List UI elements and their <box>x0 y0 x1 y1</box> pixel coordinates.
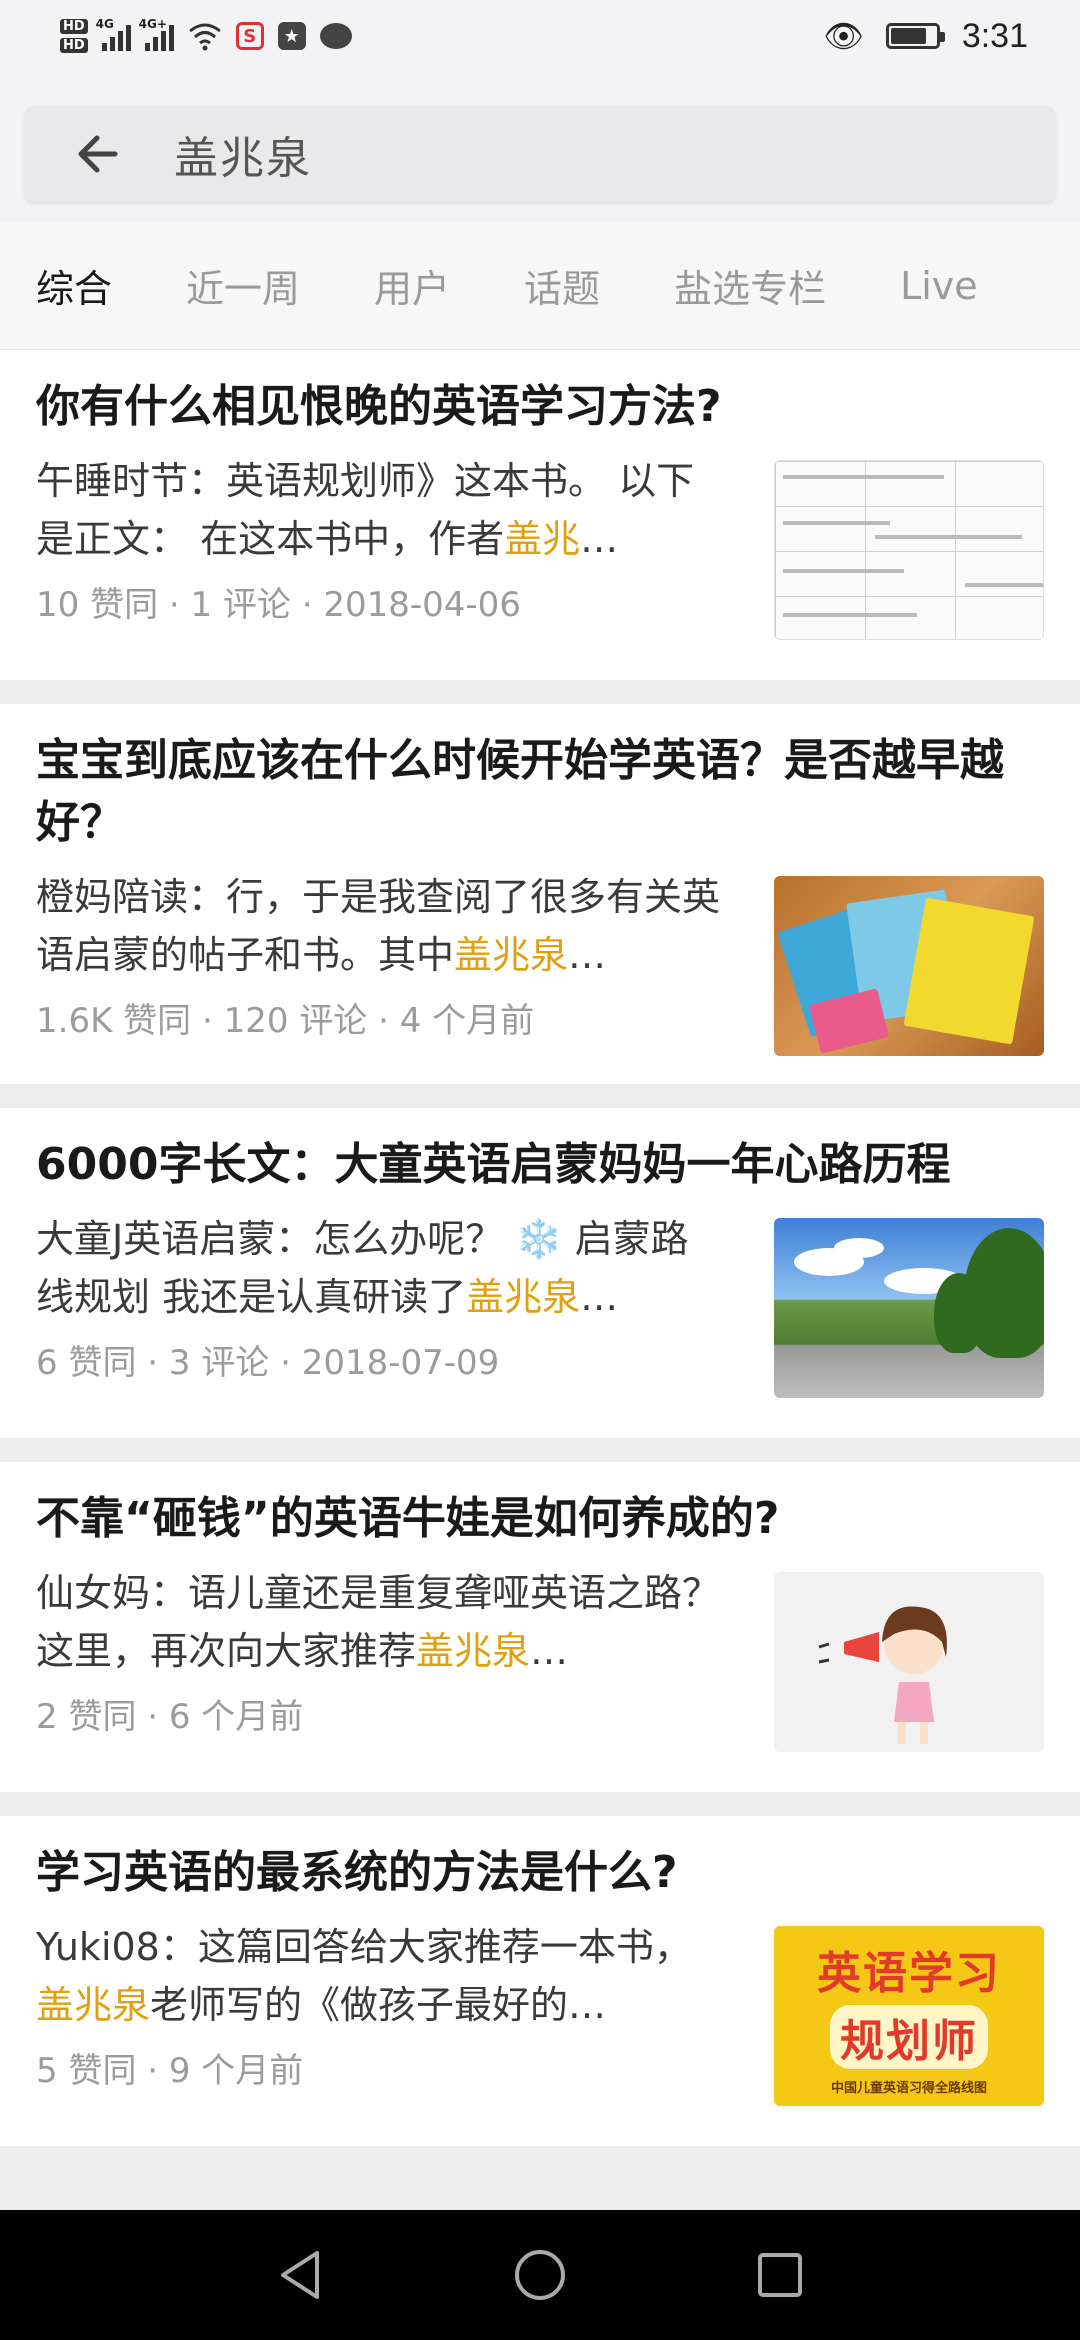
recents-square-icon <box>758 2253 802 2297</box>
search-bar[interactable]: 盖兆泉 <box>24 106 1056 202</box>
result-meta: 2 赞同 · 6 个月前 <box>36 1697 304 1737</box>
result-excerpt: 仙女妈：语儿童还是重复聋哑英语之路？ 这里，再次向大家推荐盖兆泉… <box>36 1564 726 1680</box>
result-title[interactable]: 宝宝到底应该在什么时候开始学英语？是否越早越好？ <box>36 730 1044 854</box>
results-list: 你有什么相见恨晚的英语学习方法? 午睡时节：英语规划师》这本书。 以下是正文： … <box>0 350 1080 2146</box>
result-excerpt: Yuki08：这篇回答给大家推荐一本书， 盖兆泉老师写的《做孩子最好的… <box>36 1918 726 2034</box>
network-type-label: 4G <box>95 17 114 31</box>
tab-topics[interactable]: 话题 <box>524 258 600 313</box>
hd-indicator-icon: HD HD <box>60 19 88 53</box>
result-title[interactable]: 你有什么相见恨晚的英语学习方法? <box>36 376 1044 438</box>
search-results-screen: HD HD 4G 4G+ S ★ 👁 3:31 盖兆泉 综合 近一周 用户 话题… <box>0 0 1080 2340</box>
tab-salt-column[interactable]: 盐选专栏 <box>674 258 826 313</box>
result-meta: 1.6K 赞同 · 120 评论 · 4 个月前 <box>36 1001 535 1041</box>
result-title[interactable]: 不靠“砸钱”的英语牛娃是如何养成的? <box>36 1488 1044 1550</box>
search-header: 盖兆泉 <box>0 72 1080 222</box>
status-bar: HD HD 4G 4G+ S ★ 👁 3:31 <box>0 0 1080 72</box>
eye-comfort-icon: 👁 <box>823 17 864 55</box>
result-meta: 6 赞同 · 3 评论 · 2018-07-09 <box>36 1343 500 1383</box>
result-card[interactable]: 不靠“砸钱”的英语牛娃是如何养成的? 仙女妈：语儿童还是重复聋哑英语之路？ 这里… <box>0 1462 1080 1792</box>
excerpt-text: Yuki08：这篇回答给大家推荐一本书， <box>36 1925 692 1969</box>
home-circle-icon <box>515 2250 565 2300</box>
excerpt-text: 仙女妈：语儿童还是重复聋哑英语之路？ 这里，再次向大家推荐 <box>36 1571 721 1673</box>
result-card[interactable]: 宝宝到底应该在什么时候开始学英语？是否越早越好？ 橙妈陪读：行，于是我查阅了很多… <box>0 704 1080 1084</box>
battery-icon <box>885 23 945 49</box>
hd-label: HD <box>60 38 88 53</box>
cartoon-girl-megaphone-image[interactable] <box>774 1572 1044 1752</box>
result-card[interactable]: 学习英语的最系统的方法是什么? Yuki08：这篇回答给大家推荐一本书， 盖兆泉老… <box>0 1816 1080 2146</box>
result-meta: 10 赞同 · 1 评论 · 2018-04-06 <box>36 585 521 625</box>
tab-users[interactable]: 用户 <box>374 258 450 313</box>
back-triangle-icon <box>281 2251 319 2299</box>
nav-back-button[interactable] <box>260 2235 340 2315</box>
poster-caption: 中国儿童英语习得全路线图 <box>830 2080 987 2096</box>
keyword-highlight: 盖兆泉 <box>454 933 569 977</box>
road-landscape-image[interactable] <box>774 1218 1044 1398</box>
excerpt-text: 橙妈陪读：行，于是我查阅了很多有关英语启蒙的帖子和书。其中 <box>36 875 721 977</box>
chat-icon <box>319 23 352 49</box>
back-arrow-icon <box>78 135 118 173</box>
keyword-highlight: 盖兆泉 <box>416 1629 531 1673</box>
result-excerpt: 大童J英语启蒙：怎么办呢？ ❄️ 启蒙路线规划 我还是认真研读了盖兆泉… <box>36 1210 726 1326</box>
keyword-highlight: 盖兆泉 <box>466 1275 581 1319</box>
filter-tabs: 综合 近一周 用户 话题 盐选专栏 Live <box>0 222 1080 350</box>
tab-recent-week[interactable]: 近一周 <box>186 258 300 313</box>
result-excerpt: 橙妈陪读：行，于是我查阅了很多有关英语启蒙的帖子和书。其中盖兆泉… <box>36 868 726 984</box>
result-card[interactable]: 6000字长文：大童英语启蒙妈妈一年心路历程 大童J英语启蒙：怎么办呢？ ❄️ … <box>0 1108 1080 1438</box>
clock: 3:31 <box>961 16 1028 55</box>
keyword-highlight: 盖兆泉 <box>36 1983 151 2027</box>
wifi-icon <box>188 23 221 51</box>
hd-label: HD <box>60 19 88 34</box>
excerpt-ellipsis: … <box>580 517 619 561</box>
document-table-image[interactable] <box>774 460 1044 640</box>
result-meta: 5 赞同 · 9 个月前 <box>36 2051 304 2091</box>
signal-icon: 4G <box>96 17 131 51</box>
poster-title: 英语学习 <box>817 1947 1001 1999</box>
app-notification-icon: ★ <box>277 22 306 50</box>
system-navigation-bar <box>0 2210 1080 2340</box>
books-image[interactable] <box>774 876 1044 1056</box>
excerpt-ellipsis: … <box>580 1275 619 1319</box>
network-type-label: 4G+ <box>138 17 167 31</box>
keyword-highlight: 盖兆 <box>504 517 581 561</box>
excerpt-ellipsis: … <box>568 933 607 977</box>
search-query[interactable]: 盖兆泉 <box>174 122 312 186</box>
signal-icon: 4G+ <box>139 17 174 51</box>
book-cover-poster-image[interactable]: 英语学习 规划师 中国儿童英语习得全路线图 <box>774 1926 1044 2106</box>
result-title[interactable]: 6000字长文：大童英语启蒙妈妈一年心路历程 <box>36 1134 1044 1196</box>
excerpt-text: 老师写的《做孩子最好的… <box>150 1983 607 2027</box>
result-title[interactable]: 学习英语的最系统的方法是什么? <box>36 1842 1044 1904</box>
result-excerpt: 午睡时节：英语规划师》这本书。 以下是正文： 在这本书中，作者盖兆… <box>36 452 726 568</box>
excerpt-ellipsis: … <box>530 1629 569 1673</box>
poster-subtitle: 规划师 <box>830 2004 988 2069</box>
result-card[interactable]: 你有什么相见恨晚的英语学习方法? 午睡时节：英语规划师》这本书。 以下是正文： … <box>0 350 1080 680</box>
nav-recents-button[interactable] <box>740 2235 820 2315</box>
back-button[interactable] <box>24 106 174 202</box>
app-notification-icon: S <box>235 22 264 50</box>
tab-live[interactable]: Live <box>900 264 978 308</box>
tab-comprehensive[interactable]: 综合 <box>36 258 112 313</box>
nav-home-button[interactable] <box>500 2235 580 2315</box>
